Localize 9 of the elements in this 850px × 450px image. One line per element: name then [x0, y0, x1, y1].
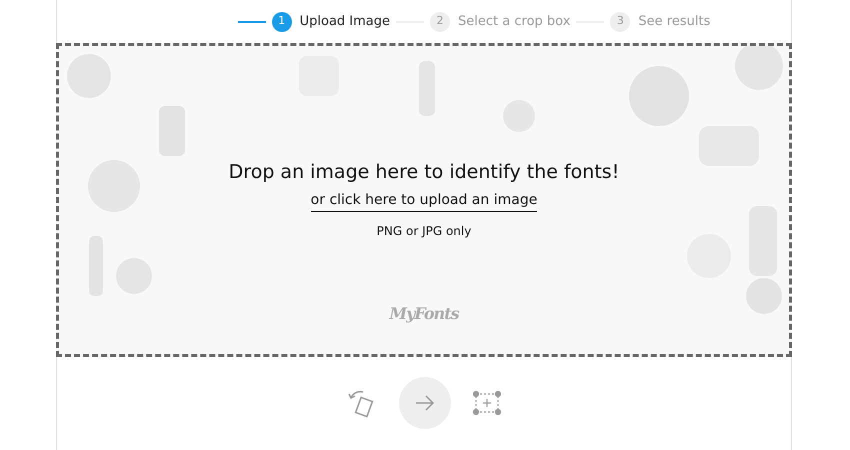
upload-link[interactable]: or click here to upload an image [310, 190, 538, 212]
step-tab[interactable]: 1 Upload Image [272, 12, 390, 32]
dropzone-title: Drop an image here to identify the fonts! [228, 160, 620, 185]
crop-icon[interactable] [473, 391, 501, 415]
next-button[interactable] [399, 377, 451, 429]
arrow-icon [415, 395, 435, 411]
format-hint: PNG or JPG only [376, 222, 472, 240]
drop-zone[interactable]: Drop an image here to identify the fonts! or click here to upload an image PNG or JPG only MyFonts [56, 43, 792, 357]
logo: MyFonts [389, 302, 459, 324]
